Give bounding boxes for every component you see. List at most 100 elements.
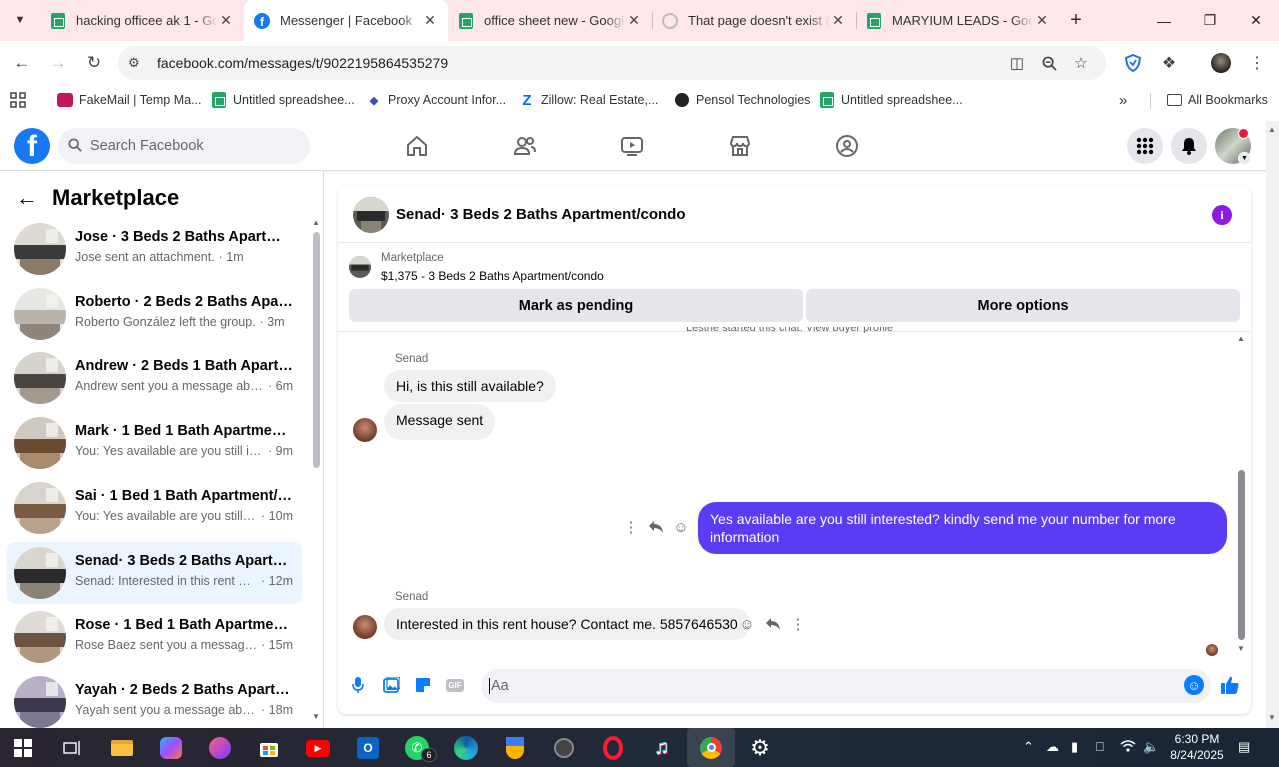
vpn-shield-icon[interactable]	[1121, 51, 1145, 75]
notification-center-icon[interactable]: ▤	[1238, 739, 1250, 755]
close-icon[interactable]: ✕	[218, 12, 234, 29]
more-options-button[interactable]: More options	[806, 289, 1240, 322]
battery-icon[interactable]: ▮	[1071, 739, 1078, 755]
bookmark-item[interactable]: Untitled spreadshee...	[211, 91, 355, 109]
watch-icon[interactable]	[617, 131, 647, 161]
chat-title[interactable]: Senad· 3 Beds 2 Baths Apartment/condo	[396, 206, 686, 223]
windows-start-icon[interactable]	[8, 733, 38, 763]
copilot-icon[interactable]	[156, 733, 186, 763]
scrollbar-thumb[interactable]	[1238, 470, 1245, 640]
chat-scrollbar[interactable]: ▲ ▼	[1236, 334, 1248, 656]
scroll-up-icon[interactable]: ▲	[1268, 125, 1276, 134]
url-text[interactable]: facebook.com/messages/t/9022195864535279	[157, 55, 448, 71]
badge-app-icon[interactable]	[500, 733, 530, 763]
browser-tab[interactable]: hacking officee ak 1 - Goo ✕	[40, 0, 244, 41]
settings-gear-icon[interactable]: ⚙	[745, 733, 775, 763]
zoom-icon[interactable]	[1040, 54, 1058, 72]
extensions-icon[interactable]: ❖	[1157, 51, 1181, 75]
tab-search-icon[interactable]: ▼	[8, 8, 32, 32]
browser-tab[interactable]: office sheet new - Google ✕	[448, 0, 652, 41]
gif-icon[interactable]: GIF	[444, 674, 466, 696]
volume-icon[interactable]: 🔈	[1143, 739, 1159, 755]
chrome-menu-icon[interactable]: ⋮	[1245, 51, 1269, 75]
mark-as-pending-button[interactable]: Mark as pending	[349, 289, 803, 322]
more-actions-icon[interactable]: ⋮	[622, 518, 640, 536]
scrollbar-thumb[interactable]	[313, 232, 320, 468]
task-view-icon[interactable]	[57, 733, 87, 763]
profile-avatar[interactable]	[1209, 51, 1233, 75]
forward-icon[interactable]: →	[46, 51, 70, 75]
page-scrollbar[interactable]: ▲ ▼	[1266, 121, 1279, 728]
browser-tab[interactable]: That page doesn't exist (4 ✕	[652, 0, 856, 41]
site-info-icon[interactable]: ⚙	[128, 55, 140, 71]
conversation-item[interactable]: Sai · 1 Bed 1 Bath Apartment/co... You: Y…	[7, 477, 302, 539]
onedrive-icon[interactable]: ☁	[1046, 739, 1059, 755]
creative-app-icon[interactable]	[205, 733, 235, 763]
conversation-item[interactable]: Yayah · 2 Beds 2 Baths Apartme... Yayah s…	[7, 671, 302, 728]
scroll-down-icon[interactable]: ▼	[1268, 713, 1276, 722]
sticker-icon[interactable]	[412, 674, 434, 696]
more-actions-icon[interactable]: ⋮	[789, 615, 807, 633]
marketplace-icon[interactable]	[725, 131, 755, 161]
close-icon[interactable]: ✕	[830, 12, 846, 29]
browser-tab[interactable]: MARYIUM LEADS - Goog ✕	[856, 0, 1060, 41]
system-clock[interactable]: 6:30 PM 8/24/2025	[1164, 731, 1230, 763]
chrome-icon[interactable]	[687, 728, 735, 767]
back-arrow-icon[interactable]: ←	[16, 185, 38, 211]
system-app-icon[interactable]	[549, 733, 579, 763]
conversation-item[interactable]: Rose · 1 Bed 1 Bath Apartment/c... Rose B…	[7, 606, 302, 668]
scroll-up-icon[interactable]: ▲	[1237, 334, 1245, 343]
new-tab-icon[interactable]: +	[1064, 8, 1088, 32]
restore-icon[interactable]: ❐	[1187, 0, 1233, 41]
react-emoji-icon[interactable]: ☺	[672, 518, 690, 536]
bookmark-item[interactable]: ◆ Proxy Account Infor...	[366, 91, 506, 109]
notifications-bell-icon[interactable]	[1171, 128, 1207, 164]
facebook-logo-icon[interactable]: f	[14, 128, 50, 164]
home-icon[interactable]	[402, 131, 432, 161]
wifi-icon[interactable]	[1120, 739, 1136, 755]
microsoft-store-icon[interactable]	[254, 733, 284, 763]
reply-icon[interactable]	[764, 615, 782, 633]
sender-avatar[interactable]	[353, 615, 377, 639]
address-bar[interactable]: ⚙ facebook.com/messages/t/90221958645352…	[118, 46, 1106, 80]
more-bookmarks-icon[interactable]: »	[1119, 91, 1127, 109]
incoming-message[interactable]: Message sent	[384, 404, 496, 440]
conversation-item[interactable]: Jose · 3 Beds 2 Baths Apartment... Jose s…	[7, 218, 302, 280]
conversation-item[interactable]: Senad· 3 Beds 2 Baths Apartme... Senad: I…	[7, 541, 302, 604]
listing-thumbnail[interactable]	[349, 256, 371, 278]
minimize-icon[interactable]: —	[1141, 0, 1187, 41]
window-close-icon[interactable]: ✕	[1233, 0, 1279, 41]
outgoing-message[interactable]: Yes available are you still interested? …	[698, 502, 1227, 554]
photo-icon[interactable]	[380, 674, 402, 696]
scroll-down-icon[interactable]: ▼	[1237, 644, 1245, 653]
browser-tab-active[interactable]: f Messenger | Facebook ✕	[244, 0, 448, 41]
reload-icon[interactable]: ↻	[82, 51, 106, 75]
edge-icon[interactable]	[451, 733, 481, 763]
info-icon[interactable]: i	[1212, 205, 1232, 225]
incoming-message[interactable]: Interested in this rent house? Contact m…	[384, 608, 750, 640]
bookmark-star-icon[interactable]: ☆	[1072, 54, 1090, 72]
device-icon[interactable]: ⎕	[1096, 739, 1104, 755]
bookmark-item[interactable]: Untitled spreadshee...	[819, 91, 963, 109]
message-input[interactable]: Aa ☺	[481, 669, 1211, 703]
outlook-icon[interactable]: O	[353, 733, 383, 763]
conversation-scrollbar[interactable]: ▲ ▼	[311, 218, 321, 723]
close-icon[interactable]: ✕	[1034, 12, 1050, 29]
scroll-up-icon[interactable]: ▲	[312, 218, 320, 227]
menu-grid-icon[interactable]	[1127, 128, 1163, 164]
conversation-item[interactable]: Mark · 1 Bed 1 Bath Apartment/... You: Ye…	[7, 412, 302, 474]
conversation-item[interactable]: Andrew · 2 Beds 1 Bath Apartme... Andrew …	[7, 347, 302, 409]
groups-icon[interactable]	[832, 131, 862, 161]
close-icon[interactable]: ✕	[626, 12, 642, 29]
search-input[interactable]: Search Facebook	[58, 128, 310, 164]
opera-icon[interactable]	[598, 733, 628, 763]
back-icon[interactable]: ←	[10, 51, 34, 75]
scroll-down-icon[interactable]: ▼	[312, 712, 320, 721]
youtube-icon[interactable]: ▶	[303, 733, 333, 763]
conversation-item[interactable]: Roberto · 2 Beds 2 Baths Apart... Roberto…	[7, 283, 302, 345]
incoming-message[interactable]: Hi, is this still available?	[384, 370, 556, 402]
tiktok-icon[interactable]: ♫	[647, 733, 677, 763]
show-hidden-icons-icon[interactable]: ⌃	[1023, 739, 1034, 755]
close-icon[interactable]: ✕	[422, 12, 438, 29]
sender-avatar[interactable]	[353, 418, 377, 442]
